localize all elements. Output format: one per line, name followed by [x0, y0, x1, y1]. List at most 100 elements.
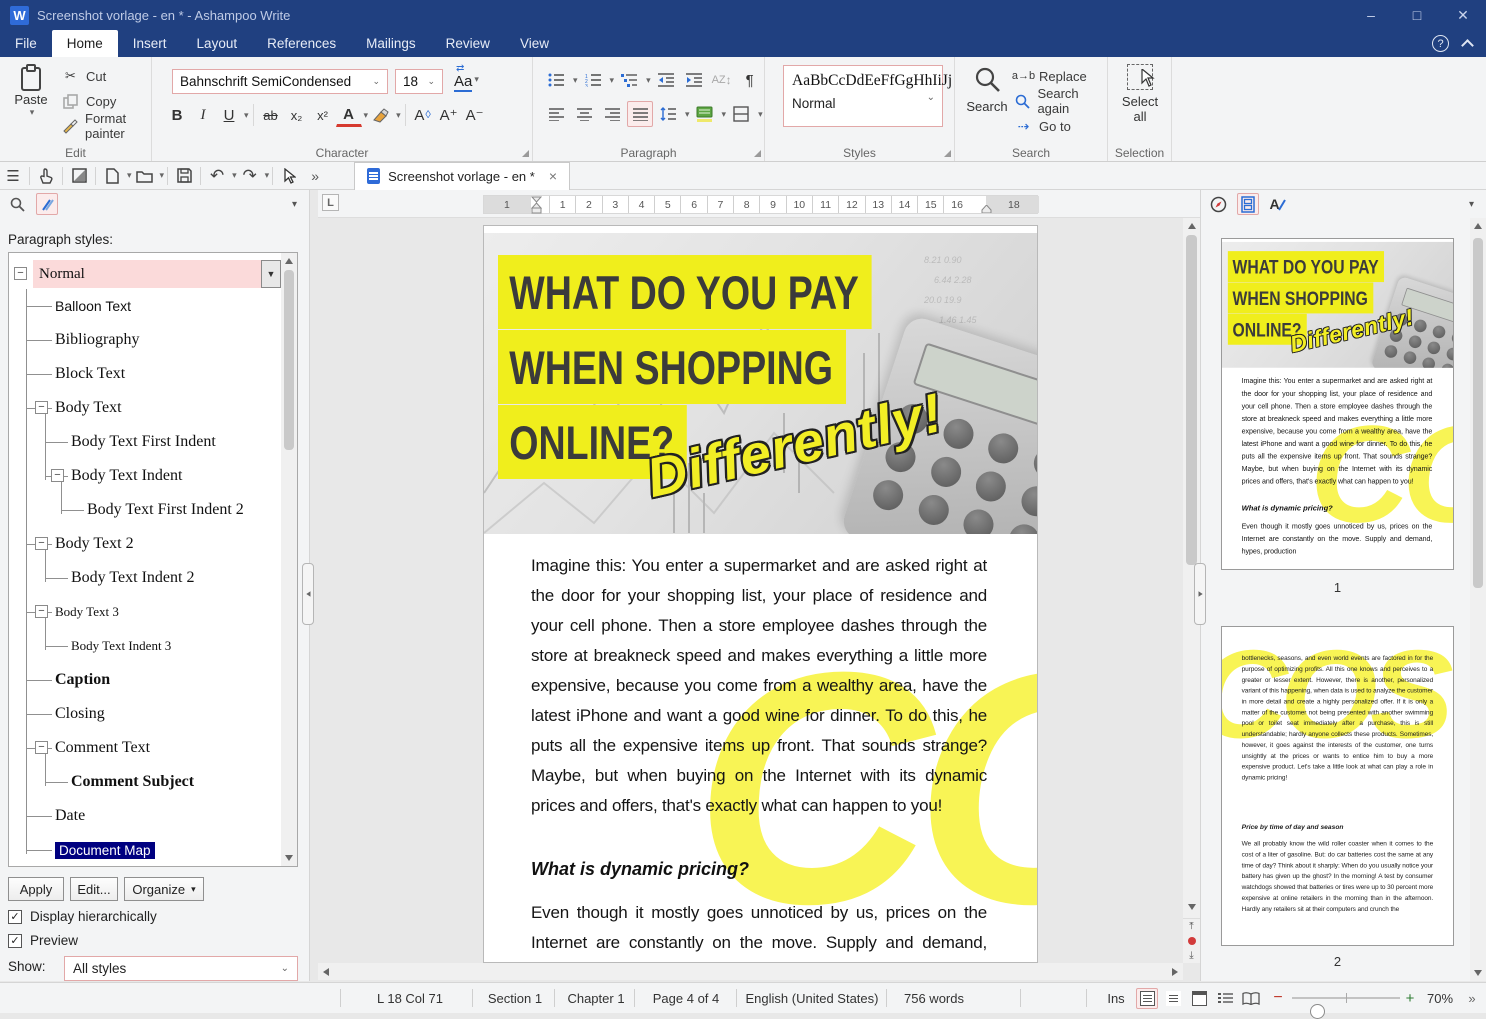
style-gallery[interactable]: AaBbCcDdEeFfGgHhIiJj Normal ⌄: [783, 65, 952, 127]
word-count[interactable]: 756 words: [892, 983, 976, 1013]
scroll-up-icon[interactable]: [1470, 218, 1486, 233]
tab-view[interactable]: View: [505, 30, 564, 57]
style-item[interactable]: Body Text Indent 2: [9, 561, 281, 595]
scroll-right-icon[interactable]: [1168, 963, 1183, 980]
numbered-list-dropdown-icon[interactable]: ▾: [610, 75, 615, 86]
save-icon[interactable]: [171, 165, 197, 187]
tab-home[interactable]: Home: [51, 30, 118, 57]
document-page[interactable]: 8.21 0.906.44 2.2820.0 19.91.46 1.4510,7…: [483, 225, 1038, 963]
scroll-down-icon[interactable]: [1183, 900, 1200, 915]
right-indent-marker-icon[interactable]: [981, 205, 992, 213]
open-dropdown-icon[interactable]: ▾: [160, 170, 165, 181]
pointer-icon[interactable]: [276, 165, 302, 187]
style-item[interactable]: Body Text First Indent 2: [9, 493, 281, 527]
cut-button[interactable]: ✂ Cut: [62, 65, 106, 87]
text-styles-icon[interactable]: A: [1267, 193, 1289, 215]
statusbar-overflow-icon[interactable]: »: [1460, 983, 1484, 1013]
cursor-position[interactable]: L 18 Col 71: [350, 983, 470, 1013]
superscript-button[interactable]: x²: [310, 102, 336, 128]
section-heading[interactable]: What is dynamic pricing?: [531, 859, 749, 880]
chapter-indicator[interactable]: Chapter 1: [560, 983, 632, 1013]
scroll-up-icon[interactable]: [1183, 218, 1200, 233]
tab-file[interactable]: File: [0, 30, 52, 57]
tab-insert[interactable]: Insert: [118, 30, 182, 57]
style-item[interactable]: Date: [9, 799, 281, 833]
bold-button[interactable]: B: [164, 102, 190, 128]
book-view-icon[interactable]: [1240, 988, 1262, 1009]
dialog-launcher-icon[interactable]: [754, 150, 761, 157]
styles-pen-icon[interactable]: [36, 193, 58, 215]
shrink-font-button[interactable]: A⁻: [462, 102, 488, 128]
new-document-icon[interactable]: [99, 165, 125, 187]
edit-button[interactable]: Edit...: [70, 877, 118, 901]
styles-scrollbar[interactable]: [281, 253, 297, 866]
increase-indent-button[interactable]: [681, 67, 707, 93]
scroll-up-icon[interactable]: [281, 253, 297, 268]
style-item[interactable]: − Comment Text: [9, 731, 281, 765]
style-item[interactable]: Block Text: [9, 357, 281, 391]
previous-page-button[interactable]: ⤒: [1183, 918, 1200, 933]
display-hierarchically-checkbox[interactable]: ✓ Display hierarchically: [8, 909, 157, 924]
body-paragraph-1[interactable]: Imagine this: You enter a supermarket an…: [531, 551, 987, 821]
browse-object-button[interactable]: [1183, 933, 1200, 948]
collapse-icon[interactable]: −: [35, 741, 48, 754]
copy-button[interactable]: Copy: [62, 90, 116, 112]
page-thumbnail-1[interactable]: WHAT DO YOU PAY WHEN SHOPPING ONLINE? Di…: [1221, 238, 1454, 570]
horizontal-scrollbar[interactable]: [318, 963, 1183, 980]
style-item-document-map[interactable]: Document Map: [9, 833, 281, 866]
zoom-slider[interactable]: [1292, 993, 1400, 1019]
style-item[interactable]: − Body Text 2: [9, 527, 281, 561]
page-thumbnail-2[interactable]: COS bottlenecks, seasons, and even world…: [1221, 626, 1454, 946]
language-indicator[interactable]: English (United States): [742, 983, 882, 1013]
style-item[interactable]: − Body Text 3: [9, 595, 281, 629]
case-dropdown-icon[interactable]: ▾: [474, 74, 479, 85]
style-item-normal[interactable]: − Normal ▼: [9, 259, 281, 289]
close-button[interactable]: ✕: [1440, 0, 1486, 30]
help-icon[interactable]: ?: [1432, 35, 1449, 52]
zoom-level[interactable]: 70%: [1418, 983, 1462, 1013]
scrollbar-thumb[interactable]: [284, 270, 294, 450]
search-icon[interactable]: [6, 193, 28, 215]
touch-mode-icon[interactable]: [33, 165, 59, 187]
tab-mailings[interactable]: Mailings: [351, 30, 431, 57]
left-splitter-handle[interactable]: [302, 563, 314, 625]
change-case-button[interactable]: ⇄ Aa ▾: [454, 63, 479, 92]
maximize-button[interactable]: □: [1394, 0, 1440, 30]
minimize-button[interactable]: –: [1348, 0, 1394, 30]
collapse-icon[interactable]: −: [14, 267, 27, 280]
zoom-in-button[interactable]: +: [1400, 983, 1420, 1013]
thumbnail-scrollbar[interactable]: [1470, 218, 1486, 981]
tab-review[interactable]: Review: [431, 30, 505, 57]
section-indicator[interactable]: Section 1: [478, 983, 552, 1013]
sidebar-dropdown-icon[interactable]: ▾: [1469, 199, 1480, 210]
scroll-down-icon[interactable]: [1470, 966, 1486, 981]
align-left-button[interactable]: [543, 101, 569, 127]
strikethrough-button[interactable]: ab: [258, 102, 284, 128]
bullet-list-button[interactable]: [543, 67, 569, 93]
bullet-list-dropdown-icon[interactable]: ▾: [573, 75, 578, 86]
insert-mode-indicator[interactable]: Ins: [1096, 983, 1136, 1013]
collapse-icon[interactable]: −: [35, 537, 48, 550]
right-splitter-handle[interactable]: [1194, 563, 1206, 625]
underline-button[interactable]: U: [216, 102, 242, 128]
apply-button[interactable]: Apply: [8, 877, 64, 901]
page-indicator[interactable]: Page 4 of 4: [640, 983, 732, 1013]
show-styles-select[interactable]: All styles ⌄: [64, 956, 298, 981]
justify-button[interactable]: [627, 101, 653, 127]
outline-view-icon[interactable]: [1214, 988, 1236, 1009]
clear-formatting-button[interactable]: A ◊: [410, 102, 436, 128]
menu-icon[interactable]: ☰: [0, 165, 26, 187]
document-tab[interactable]: Screenshot vorlage - en * ×: [354, 161, 571, 190]
highlight-dropdown-icon[interactable]: ▾: [396, 110, 401, 121]
navigator-compass-icon[interactable]: [1207, 193, 1229, 215]
select-all-button[interactable]: Select all: [1114, 64, 1166, 124]
font-color-button[interactable]: A: [335, 103, 362, 127]
style-dropdown-button[interactable]: ▼: [261, 260, 281, 288]
redo-icon[interactable]: ↷: [237, 165, 263, 187]
style-item[interactable]: Bibliography: [9, 323, 281, 357]
dialog-launcher-icon[interactable]: [944, 150, 951, 157]
numbered-list-button[interactable]: 123: [580, 67, 606, 93]
undo-icon[interactable]: ↶: [204, 165, 230, 187]
style-item[interactable]: Caption: [9, 663, 281, 697]
pilcrow-button[interactable]: ¶: [737, 67, 763, 93]
